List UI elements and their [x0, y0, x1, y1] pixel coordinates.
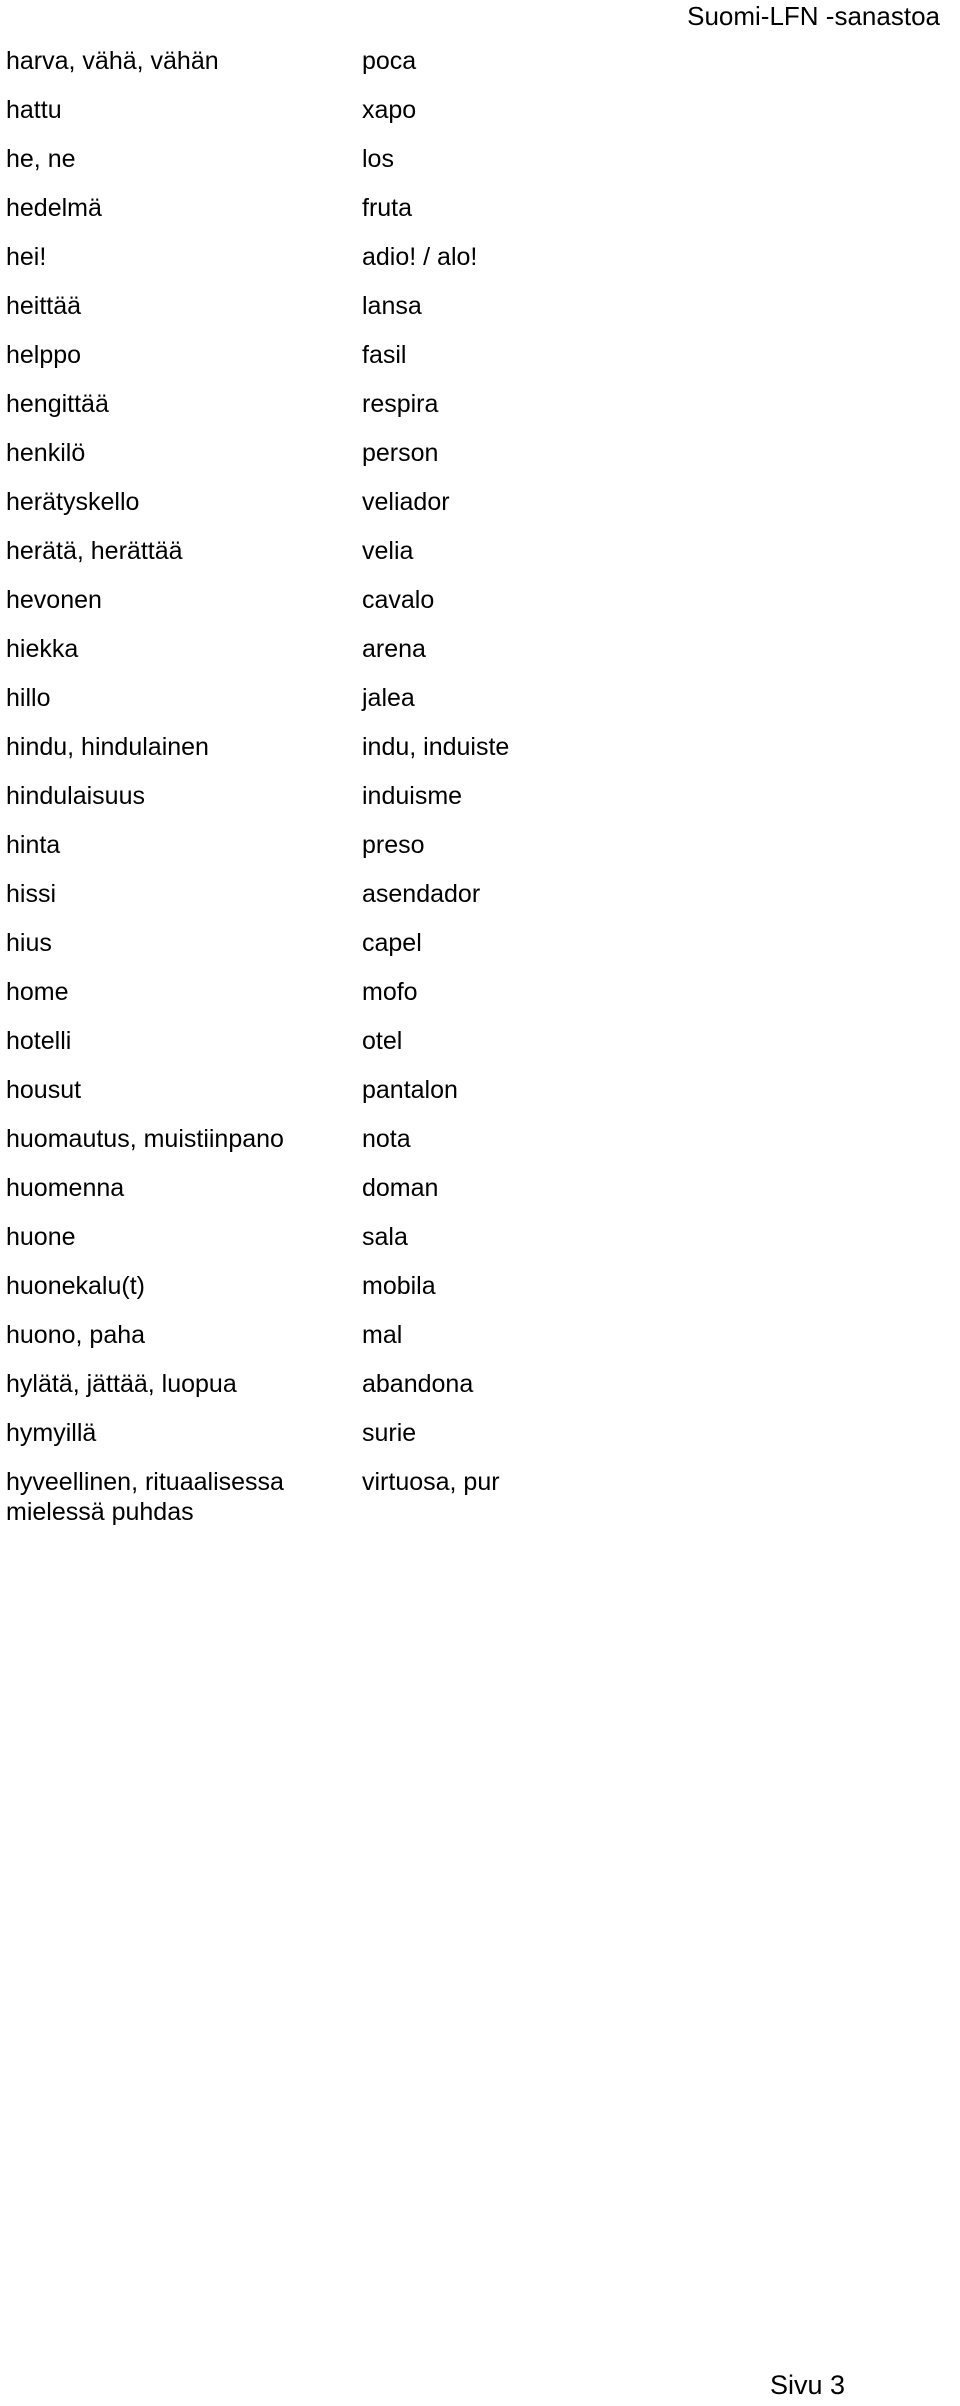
glossary-translation: poca — [362, 47, 417, 75]
glossary-translation: mofo — [362, 978, 418, 1006]
glossary-translation: asendador — [362, 880, 481, 908]
glossary-term: huomautus, muistiinpano — [6, 1125, 284, 1153]
glossary-translation: surie — [362, 1419, 417, 1447]
glossary-translation: sala — [362, 1223, 408, 1251]
glossary-translation: mobila — [362, 1272, 436, 1300]
glossary-translation: induisme — [362, 782, 463, 810]
glossary-translation: fasil — [362, 341, 407, 369]
glossary-translation: respira — [362, 390, 439, 418]
glossary-entry: hedelmä fruta — [0, 193, 960, 242]
glossary-term: hindu, hindulainen — [6, 733, 209, 761]
glossary-entry: hinta preso — [0, 830, 960, 879]
glossary-term: hylätä, jättää, luopua — [6, 1370, 237, 1398]
glossary-term: housut — [6, 1076, 82, 1104]
glossary-term: herätyskello — [6, 488, 140, 516]
glossary-entry: hiekka arena — [0, 634, 960, 683]
glossary-term: hissi — [6, 880, 57, 908]
glossary-entry: huomenna doman — [0, 1173, 960, 1222]
glossary-translation: lansa — [362, 292, 422, 320]
glossary-translation: adio! / alo! — [362, 243, 478, 271]
glossary-translation: virtuosa, pur — [362, 1468, 500, 1496]
glossary-entry: hylätä, jättää, luopua abandona — [0, 1369, 960, 1418]
glossary-entry: hius capel — [0, 928, 960, 977]
glossary-term: huone — [6, 1223, 76, 1251]
glossary-term: hius — [6, 929, 52, 957]
glossary-entry: heittää lansa — [0, 291, 960, 340]
glossary-term: hengittää — [6, 390, 109, 418]
glossary-entry: housut pantalon — [0, 1075, 960, 1124]
glossary-term: hinta — [6, 831, 61, 859]
glossary-entry: hindulaisuus induisme — [0, 781, 960, 830]
glossary-entry: hei! adio! / alo! — [0, 242, 960, 291]
glossary-term: huono, paha — [6, 1321, 146, 1349]
glossary-entry: huonekalu(t) mobila — [0, 1271, 960, 1320]
glossary-entry: he, ne los — [0, 144, 960, 193]
glossary-translation: mal — [362, 1321, 403, 1349]
glossary-translation: xapo — [362, 96, 417, 124]
glossary-term: huonekalu(t) — [6, 1272, 145, 1300]
document-page: Suomi-LFN -sanastoa harva, vähä, vähän po… — [0, 0, 960, 2406]
glossary-entry: herätä, herättää velia — [0, 536, 960, 585]
glossary-term: hillo — [6, 684, 51, 712]
glossary-term: huomenna — [6, 1174, 125, 1202]
glossary-translation: person — [362, 439, 439, 467]
glossary-term: hiekka — [6, 635, 79, 663]
glossary-translation: doman — [362, 1174, 439, 1202]
glossary-entry: huono, paha mal — [0, 1320, 960, 1369]
glossary-term: helppo — [6, 341, 82, 369]
glossary-translation: cavalo — [362, 586, 435, 614]
glossary-translation: capel — [362, 929, 422, 957]
glossary-entry: hissi asendador — [0, 879, 960, 928]
glossary-term: hymyillä — [6, 1419, 97, 1447]
glossary-term: hindulaisuus — [6, 782, 145, 810]
glossary-translation: jalea — [362, 684, 415, 712]
glossary-entry: huomautus, muistiinpano nota — [0, 1124, 960, 1173]
glossary-list: harva, vähä, vähän poca hattu xapo he, ne los… — [0, 46, 960, 1545]
glossary-term: hyveellinen, rituaalisessa mielessä puhd… — [6, 1468, 284, 1526]
glossary-entry: henkilö person — [0, 438, 960, 487]
glossary-term: hedelmä — [6, 194, 102, 222]
glossary-translation: indu, induiste — [362, 733, 510, 761]
glossary-term: hevonen — [6, 586, 102, 614]
glossary-term: he, ne — [6, 145, 76, 173]
glossary-term: hotelli — [6, 1027, 72, 1055]
glossary-entry: hillo jalea — [0, 683, 960, 732]
glossary-translation: veliador — [362, 488, 450, 516]
glossary-term: hei! — [6, 243, 47, 271]
glossary-translation: fruta — [362, 194, 413, 222]
glossary-entry: hattu xapo — [0, 95, 960, 144]
glossary-entry: home mofo — [0, 977, 960, 1026]
glossary-entry: hyveellinen, rituaalisessa mielessä puhd… — [0, 1467, 960, 1545]
glossary-term: home — [6, 978, 69, 1006]
glossary-term: hattu — [6, 96, 62, 124]
glossary-term: henkilö — [6, 439, 86, 467]
glossary-entry: herätyskello veliador — [0, 487, 960, 536]
glossary-entry: hevonen cavalo — [0, 585, 960, 634]
page-number: Sivu 3 — [769, 2370, 845, 2400]
glossary-translation: arena — [362, 635, 426, 663]
glossary-entry: hindu, hindulainen indu, induiste — [0, 732, 960, 781]
glossary-entry: harva, vähä, vähän poca — [0, 46, 960, 95]
glossary-translation: los — [362, 145, 394, 173]
glossary-translation: otel — [362, 1027, 403, 1055]
glossary-translation: preso — [362, 831, 425, 859]
glossary-term: heittää — [6, 292, 82, 320]
glossary-entry: helppo fasil — [0, 340, 960, 389]
glossary-entry: hengittää respira — [0, 389, 960, 438]
glossary-term: harva, vähä, vähän — [6, 47, 219, 75]
glossary-translation: pantalon — [362, 1076, 458, 1104]
page-title: Suomi-LFN -sanastoa — [687, 1, 940, 31]
glossary-entry: hymyillä surie — [0, 1418, 960, 1467]
glossary-term: herätä, herättää — [6, 537, 183, 565]
glossary-translation: nota — [362, 1125, 411, 1153]
glossary-entry: huone sala — [0, 1222, 960, 1271]
glossary-translation: abandona — [362, 1370, 474, 1398]
glossary-entry: hotelli otel — [0, 1026, 960, 1075]
glossary-translation: velia — [362, 537, 414, 565]
